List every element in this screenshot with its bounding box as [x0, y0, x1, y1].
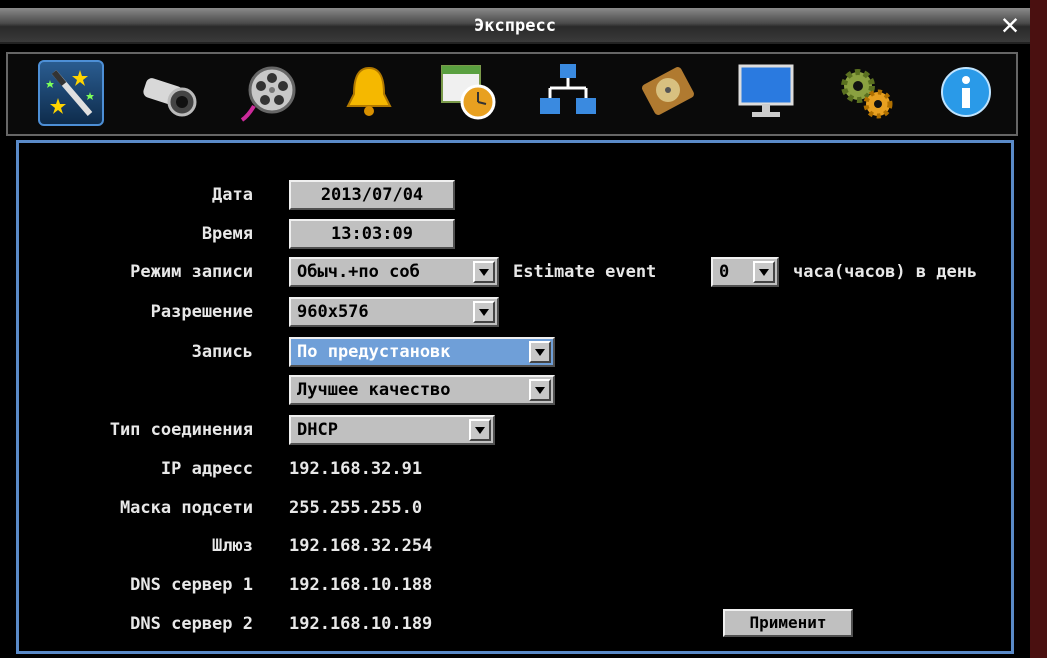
apply-button[interactable]: Применит: [723, 609, 853, 637]
record-mode-label: Режим записи: [130, 262, 253, 282]
date-label: Дата: [212, 185, 253, 205]
estimate-event-select[interactable]: 0: [711, 257, 779, 287]
dns2-value[interactable]: 192.168.10.189: [289, 614, 432, 634]
resolution-value: 960x576: [297, 302, 369, 322]
bell-icon[interactable]: [336, 60, 402, 126]
record-mode-select[interactable]: Обыч.+по соб: [289, 257, 499, 287]
gateway-label: Шлюз: [212, 536, 253, 556]
estimate-event-label: Estimate event: [513, 262, 657, 282]
schedule-clock-icon[interactable]: [436, 60, 502, 126]
toolbar: [6, 52, 1018, 136]
connection-type-select[interactable]: DHCP: [289, 415, 495, 445]
time-label: Время: [201, 224, 253, 244]
recording-preset-value: По предустановк: [297, 342, 451, 362]
settings-panel: Дата 2013/07/04 Время 13:03:09 Режим зап…: [16, 140, 1014, 654]
chevron-down-icon[interactable]: [469, 419, 491, 441]
chevron-down-icon[interactable]: [529, 341, 551, 363]
film-reel-icon[interactable]: [238, 60, 304, 126]
dns2-label: DNS сервер 2: [130, 614, 253, 634]
record-mode-value: Обыч.+по соб: [297, 262, 420, 282]
camera-icon[interactable]: [136, 60, 202, 126]
express-window: Экспресс ✕ Дата 2013/07/04 Время 13:03:0…: [0, 8, 1030, 658]
info-icon[interactable]: [934, 60, 1000, 126]
hard-disk-icon[interactable]: [636, 60, 702, 126]
resolution-select[interactable]: 960x576: [289, 297, 499, 327]
subnet-mask-value[interactable]: 255.255.255.0: [289, 498, 422, 518]
chevron-down-icon[interactable]: [529, 379, 551, 401]
gears-icon[interactable]: [834, 60, 900, 126]
ip-address-value[interactable]: 192.168.32.91: [289, 459, 422, 479]
dns1-value[interactable]: 192.168.10.188: [289, 575, 432, 595]
wand-icon[interactable]: [38, 60, 104, 126]
quality-value: Лучшее качество: [297, 380, 451, 400]
subnet-mask-label: Маска подсети: [119, 498, 253, 518]
recording-preset-select[interactable]: По предустановк: [289, 337, 555, 367]
date-field[interactable]: 2013/07/04: [289, 180, 455, 210]
title-bar: Экспресс ✕: [0, 8, 1030, 44]
recording-label: Запись: [191, 342, 253, 362]
resolution-label: Разрешение: [150, 302, 253, 322]
network-icon[interactable]: [536, 60, 602, 126]
background-strip: [1030, 0, 1047, 658]
dns1-label: DNS сервер 1: [130, 575, 253, 595]
close-icon[interactable]: ✕: [996, 10, 1024, 40]
chevron-down-icon[interactable]: [753, 261, 775, 283]
connection-type-label: Тип соединения: [109, 420, 253, 440]
chevron-down-icon[interactable]: [473, 261, 495, 283]
gateway-value[interactable]: 192.168.32.254: [289, 536, 432, 556]
chevron-down-icon[interactable]: [473, 301, 495, 323]
connection-type-value: DHCP: [297, 420, 338, 440]
time-field[interactable]: 13:03:09: [289, 219, 455, 249]
monitor-icon[interactable]: [734, 60, 800, 126]
quality-select[interactable]: Лучшее качество: [289, 375, 555, 405]
hours-per-day-label: часа(часов) в день: [793, 262, 978, 282]
window-title: Экспресс: [474, 16, 556, 36]
ip-address-label: IP адресс: [160, 459, 253, 479]
